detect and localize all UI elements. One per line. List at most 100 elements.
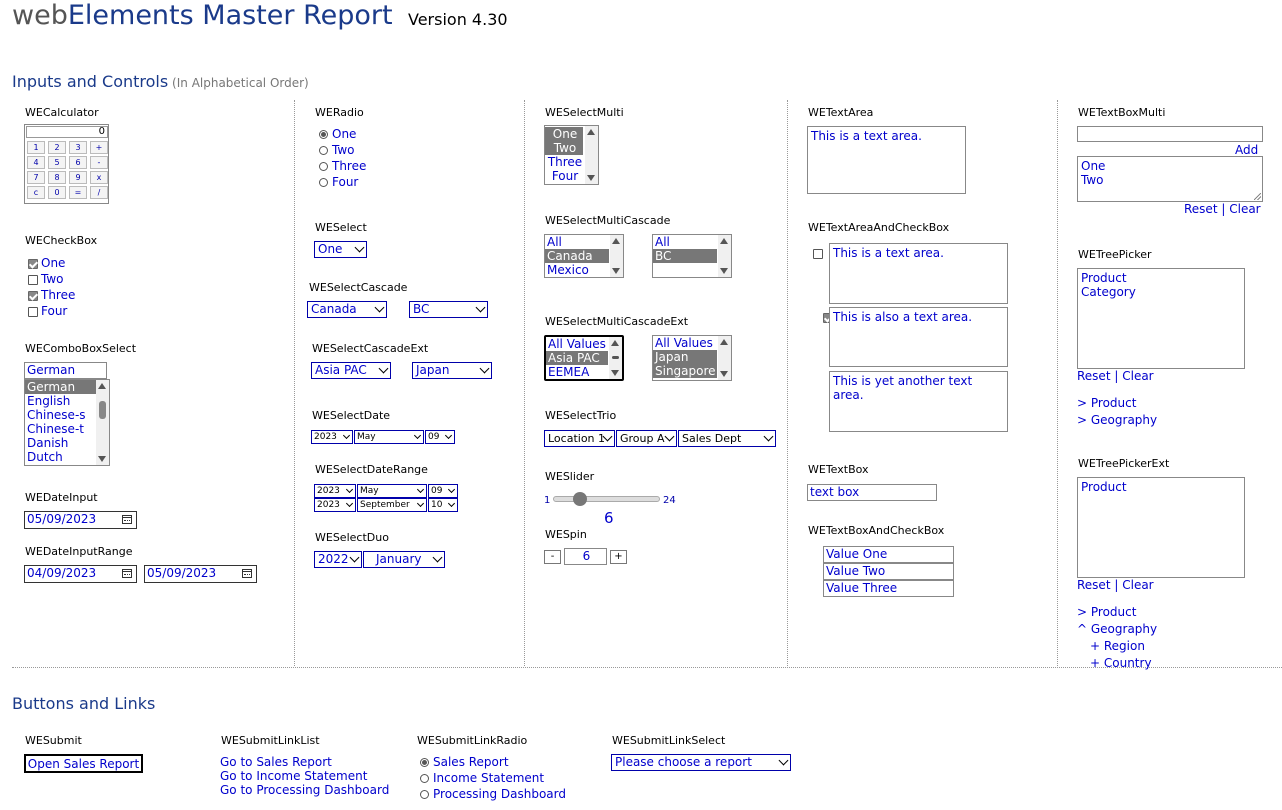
calculator-key[interactable]: 8 [48, 171, 66, 184]
checkbox-item[interactable]: Three [28, 288, 75, 302]
calculator-key[interactable]: 4 [27, 156, 45, 169]
radio-icon[interactable] [420, 758, 429, 767]
list-item[interactable]: All Values [653, 336, 717, 350]
treepicker-clear-link[interactable]: Clear [1122, 369, 1153, 383]
textboxmulti-input[interactable] [1077, 126, 1263, 142]
date-year-select[interactable]: 2023 [311, 430, 353, 444]
calculator-key[interactable]: 7 [27, 171, 45, 184]
textbox[interactable]: text box [807, 484, 937, 501]
treepickerext-reset-link[interactable]: Reset [1077, 578, 1111, 592]
combobox-input[interactable]: German [24, 362, 107, 379]
report-link[interactable]: Go to Processing Dashboard [220, 783, 389, 797]
trio-group-select[interactable]: Group A [616, 430, 677, 447]
multicascade-right-scrollbar[interactable] [718, 235, 731, 277]
textbox[interactable]: Value Three [823, 580, 954, 597]
range-year1-select[interactable]: 2023 [314, 484, 356, 498]
textarea[interactable]: This is a text area. [807, 126, 966, 194]
calculator-key[interactable]: 6 [69, 156, 87, 169]
list-item[interactable]: BC [653, 249, 717, 263]
spin-value-input[interactable]: 6 [564, 548, 607, 565]
radio-icon[interactable] [420, 774, 429, 783]
checkbox-icon[interactable] [28, 258, 38, 269]
cascade-country-select[interactable]: Canada [307, 301, 387, 318]
tree-node[interactable]: > Geography [1077, 413, 1157, 427]
trio-dept-select[interactable]: Sales Dept [678, 430, 776, 447]
tree-node[interactable]: + Region [1090, 639, 1145, 653]
cascade-province-select[interactable]: BC [409, 301, 488, 318]
calculator-key[interactable]: 0 [48, 186, 66, 199]
list-item[interactable]: Two [545, 141, 583, 155]
selectmulti-list[interactable]: One Two Three Four [544, 125, 599, 185]
calculator-key[interactable]: / [90, 186, 108, 199]
radio-item[interactable]: One [319, 127, 356, 141]
selectmulti-scrollbar[interactable] [585, 126, 598, 184]
checkbox-item[interactable]: Two [28, 272, 64, 286]
list-item[interactable]: Four [545, 169, 583, 183]
checkbox-item[interactable]: Four [28, 304, 67, 318]
open-sales-report-button[interactable]: Open Sales Report [24, 754, 143, 773]
cascadeext-country-select[interactable]: Japan [412, 362, 492, 379]
date-range-to[interactable]: 05/09/2023 [144, 565, 257, 583]
multicascade-left-list[interactable]: All Canada Mexico [544, 234, 624, 278]
duo-year-select[interactable]: 2022 [314, 551, 362, 568]
list-item[interactable]: Mexico [545, 263, 609, 277]
checkbox-icon[interactable] [28, 306, 38, 317]
slider-thumb[interactable] [573, 492, 588, 506]
textboxmulti-list[interactable]: One Two [1077, 156, 1263, 202]
multicascadeext-left-scrollbar[interactable] [609, 337, 622, 379]
checkbox-icon[interactable] [28, 290, 38, 301]
calculator-key[interactable]: = [69, 186, 87, 199]
textarea[interactable]: This is also a text area. [829, 307, 1008, 367]
date-day-select[interactable]: 09 [425, 430, 455, 444]
textboxmulti-reset-link[interactable]: Reset [1184, 202, 1218, 216]
select-dropdown[interactable]: One [314, 241, 367, 258]
list-item[interactable]: All [653, 235, 717, 249]
textarea-checkbox[interactable] [813, 248, 823, 259]
tree-node[interactable]: > Product [1077, 605, 1136, 619]
multicascadeext-left-list[interactable]: All Values Asia PAC EEMEA [544, 335, 624, 381]
radio-item[interactable]: Four [319, 175, 358, 189]
list-item[interactable]: EEMEA [546, 365, 608, 379]
radio-item[interactable]: Income Statement [420, 771, 544, 785]
treepickerext-clear-link[interactable]: Clear [1122, 578, 1153, 592]
textbox[interactable]: Value One [823, 546, 954, 563]
report-link[interactable]: Go to Sales Report [220, 755, 332, 769]
calculator-key[interactable]: c [27, 186, 45, 199]
radio-icon[interactable] [319, 130, 328, 139]
radio-icon[interactable] [319, 146, 328, 155]
range-month1-select[interactable]: May [357, 484, 427, 498]
range-day1-select[interactable]: 09 [428, 484, 458, 498]
tree-node[interactable]: > Product [1077, 396, 1136, 410]
radio-item[interactable]: Sales Report [420, 755, 509, 769]
duo-month-select[interactable]: January [363, 551, 445, 568]
tree-node[interactable]: ^ Geography [1077, 622, 1157, 636]
calculator-key[interactable]: 5 [48, 156, 66, 169]
calculator-key[interactable]: 1 [27, 141, 45, 154]
multicascade-left-scrollbar[interactable] [610, 235, 623, 277]
treepicker-selection[interactable]: Product Category [1077, 268, 1245, 369]
scroll-thumb[interactable] [612, 356, 619, 359]
checkbox-item[interactable]: One [28, 256, 65, 270]
radio-icon[interactable] [319, 162, 328, 171]
treepickerext-selection[interactable]: Product [1077, 477, 1245, 578]
combobox-list[interactable]: German English Chinese-s Chinese-t Danish Dut… [24, 379, 110, 466]
list-item[interactable]: Asia PAC [546, 351, 608, 365]
tree-node[interactable]: + Country [1090, 656, 1152, 670]
report-select[interactable]: Please choose a report [611, 754, 791, 771]
treepicker-reset-link[interactable]: Reset [1077, 369, 1111, 383]
list-item[interactable]: Three [545, 155, 583, 169]
multicascadeext-right-list[interactable]: All Values Japan Singapore [652, 335, 732, 381]
multicascade-right-list[interactable]: All BC [652, 234, 732, 278]
resize-grip-icon[interactable] [1254, 193, 1261, 200]
calculator-key[interactable]: 9 [69, 171, 87, 184]
calculator-key[interactable]: 3 [69, 141, 87, 154]
report-link[interactable]: Go to Income Statement [220, 769, 367, 783]
calculator-key[interactable]: + [90, 141, 108, 154]
radio-icon[interactable] [319, 178, 328, 187]
range-day2-select[interactable]: 10 [428, 498, 458, 512]
calendar-icon[interactable] [122, 569, 132, 578]
textarea[interactable]: This is yet another text area. [829, 371, 1008, 432]
combobox-scrollbar[interactable] [96, 380, 109, 465]
calculator-key[interactable]: x [90, 171, 108, 184]
range-month2-select[interactable]: September [357, 498, 427, 512]
